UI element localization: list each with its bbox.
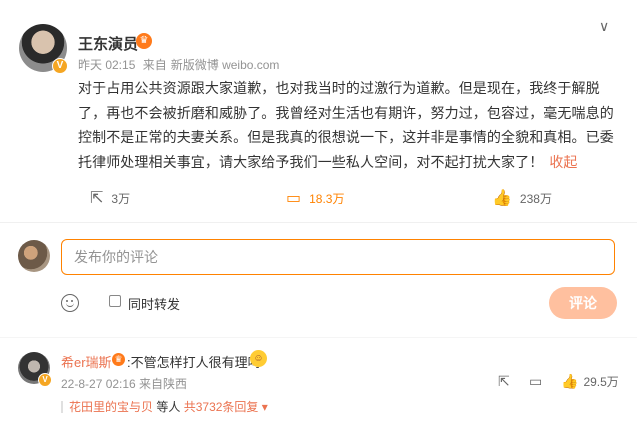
share-icon: ⇱ (90, 190, 104, 207)
comment-icon: ▭ (286, 190, 302, 207)
chevron-down-icon[interactable]: ∨ (599, 18, 609, 35)
thumbs-up-icon: 👍 (561, 373, 579, 389)
blush-emoji-icon: ☺ (250, 350, 267, 367)
comment-input-box[interactable] (61, 239, 615, 275)
submit-comment-button[interactable]: 评论 (549, 287, 617, 319)
author-name[interactable]: 王东演员 (78, 33, 138, 54)
divider (0, 222, 637, 223)
thumbs-up-icon: 👍 (492, 190, 512, 207)
like-count: 238万 (519, 191, 552, 206)
like-button[interactable]: 👍 238万 (492, 188, 552, 208)
verified-icon: V (38, 373, 52, 387)
comment-text: :不管怎样打人很有理吗 (127, 355, 261, 370)
forward-count: 3万 (111, 191, 131, 206)
post-meta: 昨天 02:15 来自 新版微博 weibo.com (78, 56, 283, 73)
my-avatar (18, 240, 50, 272)
reply-more-link[interactable]: 共3732条回复 (184, 400, 259, 414)
post-source-prefix: 来自 (142, 58, 167, 72)
collapse-link[interactable]: 收起 (549, 154, 577, 170)
comment-reply-icon[interactable]: ▭ (529, 373, 542, 390)
post-time[interactable]: 昨天 02:15 (78, 58, 135, 72)
crown-icon: ♛ (112, 353, 125, 366)
comment-like-count: 29.5万 (583, 375, 619, 389)
comment-button[interactable]: ▭ 18.3万 (286, 188, 344, 208)
reply-bar (61, 401, 63, 413)
reply-user[interactable]: 花田里的宝与贝 (69, 400, 153, 414)
repost-label[interactable]: 同时转发 (128, 294, 180, 313)
verified-icon: V (52, 58, 68, 74)
repost-checkbox[interactable] (109, 295, 121, 307)
post-content: 对于占用公共资源跟大家道歉，也对我当时的过激行为道歉。但是现在，我终于解脱了，再… (78, 76, 618, 174)
reply-suffix: 等人 (156, 400, 181, 414)
comment-count: 18.3万 (309, 191, 345, 206)
chevron-down-icon[interactable]: ▾ (262, 400, 268, 414)
forward-button[interactable]: ⇱ 3万 (90, 188, 130, 208)
post-text: 对于占用公共资源跟大家道歉，也对我当时的过激行为道歉。但是现在，我终于解脱了，再… (78, 80, 614, 170)
commenter-name[interactable]: 希er瑞斯 (61, 352, 112, 371)
comment-share-icon[interactable]: ⇱ (498, 373, 510, 390)
comment-input[interactable] (62, 240, 614, 274)
reply-summary[interactable]: 花田里的宝与贝 等人 共3732条回复 ▾ (61, 398, 268, 415)
crown-icon: ♛ (136, 33, 152, 49)
divider (0, 337, 637, 338)
comment-meta: 22-8-27 02:16 来自陕西 (61, 377, 188, 391)
comment-like-button[interactable]: 👍 29.5万 (561, 373, 619, 390)
post-source: 新版微博 weibo.com (170, 58, 280, 72)
